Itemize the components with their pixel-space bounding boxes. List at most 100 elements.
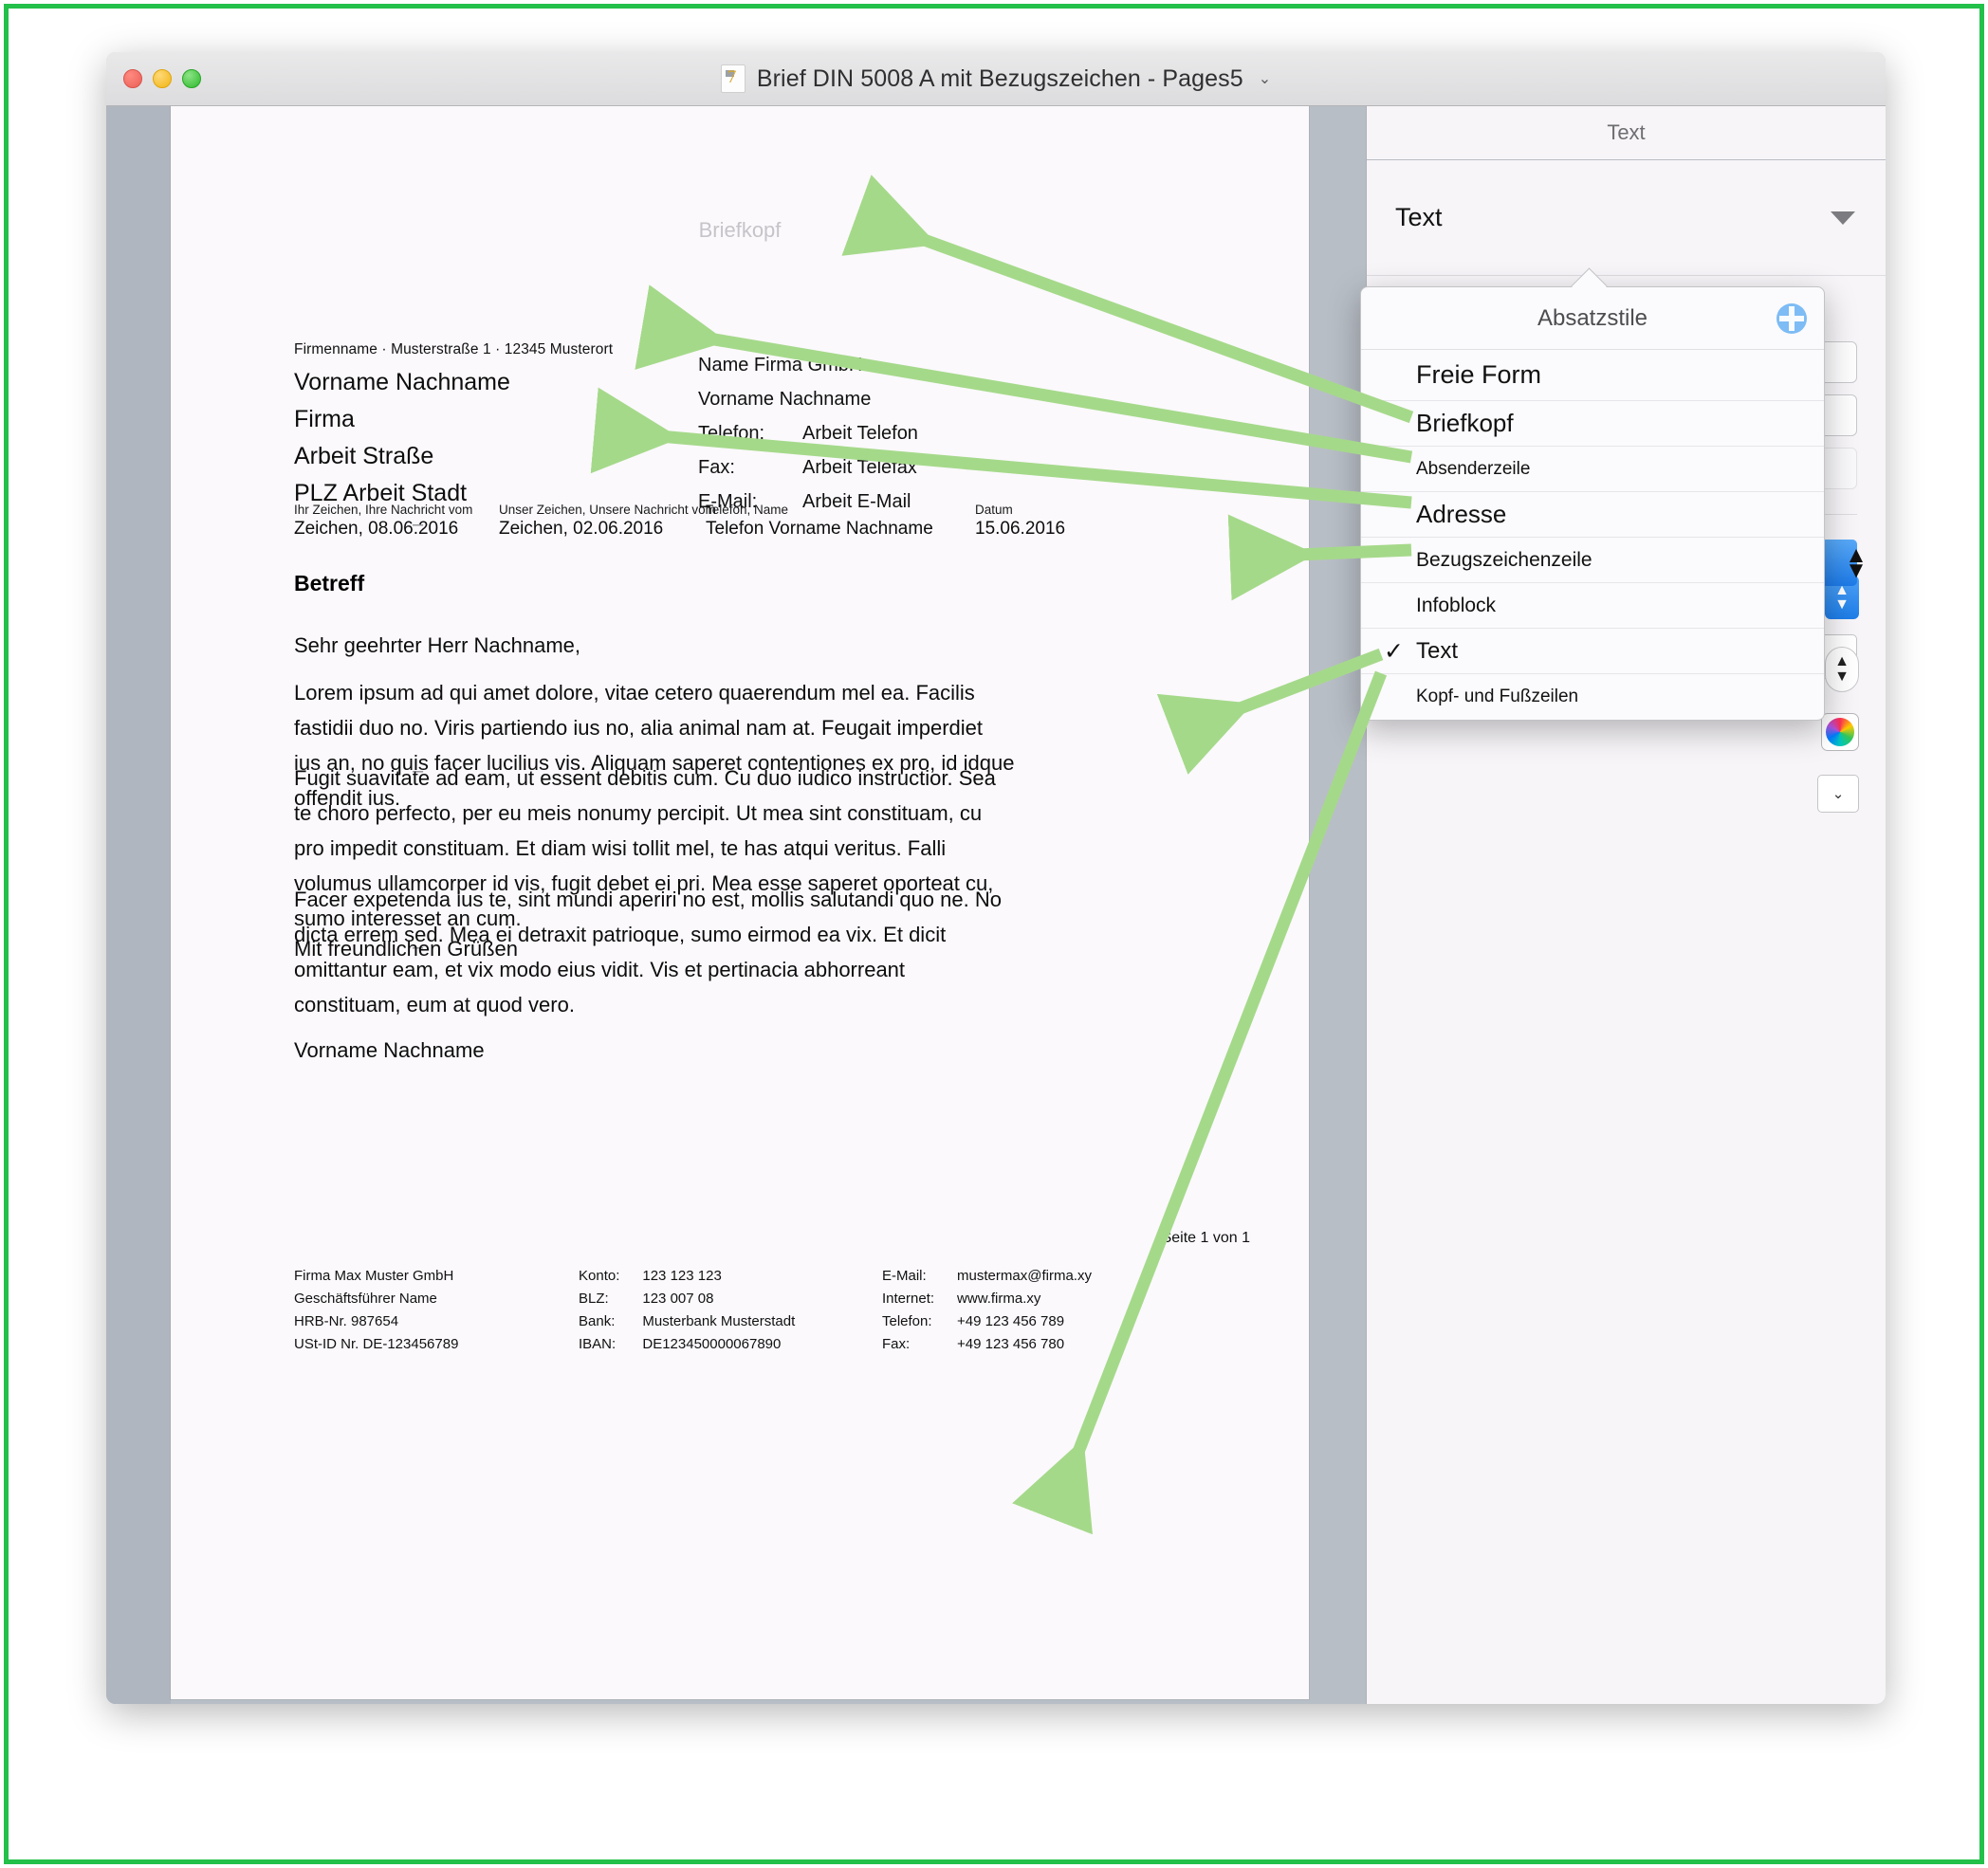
- bezug-column: Unser Zeichen, Unsere Nachricht vom Zeic…: [499, 503, 716, 540]
- menu-item-label: Text: [1416, 637, 1459, 664]
- pages-document-icon: [720, 64, 746, 93]
- bezug-value: Zeichen, 08.06.2016: [294, 519, 459, 539]
- paragraph-style-name: Text: [1395, 203, 1443, 231]
- zoom-button[interactable]: [182, 69, 201, 88]
- infoblock-value: Arbeit Telefax: [802, 457, 917, 478]
- infoblock-value: Arbeit Telefon: [802, 423, 918, 444]
- line-spacing-stepper[interactable]: ▲ ▼: [1821, 540, 1868, 586]
- footer-row: Internet: www.firma.xy: [882, 1288, 1092, 1310]
- menu-item-infoblock[interactable]: Infoblock: [1361, 583, 1824, 629]
- absenderzeile: Firmenname · Musterstraße 1 · 12345 Must…: [294, 341, 614, 357]
- footer-column-1: Firma Max Muster GmbH Geschäftsführer Na…: [294, 1265, 458, 1356]
- footer-row: IBAN: DE123450000067890: [579, 1333, 795, 1356]
- menu-item-bezugszeichenzeile[interactable]: Bezugszeichenzeile: [1361, 538, 1824, 583]
- character-spacing-stepper[interactable]: ▲ ▼: [1825, 647, 1859, 692]
- adresse-line: Arbeit Straße: [294, 443, 434, 469]
- footer-row: E-Mail: mustermax@firma.xy: [882, 1265, 1092, 1288]
- popup-pointer-arrow: [1573, 269, 1611, 288]
- infoblock-row: Fax: Arbeit Telefax: [698, 450, 918, 485]
- paragraph-style-popup-button[interactable]: Text: [1367, 160, 1886, 276]
- infoblock-line: Vorname Nachname: [698, 389, 872, 410]
- chevron-down-icon: ▼: [1845, 557, 1868, 583]
- bezug-label: Unser Zeichen, Unsere Nachricht vom: [499, 503, 716, 517]
- footer-column-3: E-Mail: mustermax@firma.xy Internet: www…: [882, 1265, 1092, 1356]
- color-wheel-icon: [1826, 718, 1854, 746]
- footer-line: HRB-Nr. 987654: [294, 1313, 399, 1329]
- chevron-down-icon[interactable]: ⌄: [1259, 69, 1271, 88]
- footer-key: Konto:: [579, 1268, 620, 1284]
- footer-key: Telefon:: [882, 1313, 932, 1329]
- chevron-down-icon: ⌄: [1832, 786, 1845, 802]
- footer-value: Musterbank Musterstadt: [642, 1313, 796, 1329]
- document-canvas[interactable]: Briefkopf – – – Firmenname · Musterstraß…: [106, 106, 1366, 1704]
- bezug-label: Telefon, Name: [706, 503, 789, 517]
- bezug-column: Datum 15.06.2016: [975, 503, 1065, 540]
- infoblock-key: Fax:: [698, 457, 735, 478]
- bezug-label: Datum: [975, 503, 1013, 517]
- footer-value: mustermax@firma.xy: [957, 1268, 1092, 1284]
- betreff: Betreff: [294, 571, 365, 595]
- menu-item-text[interactable]: ✓ Text: [1361, 629, 1824, 674]
- footer-row: Bank: Musterbank Musterstadt: [579, 1310, 795, 1333]
- footer-line: Geschäftsführer Name: [294, 1291, 437, 1307]
- checkmark-icon: ✓: [1384, 637, 1404, 665]
- absatzstile-popup[interactable]: Absatzstile Freie Form Briefkopf Absende…: [1360, 286, 1825, 721]
- window-title-group: Brief DIN 5008 A mit Bezugszeichen - Pag…: [720, 64, 1271, 93]
- footer-value: www.firma.xy: [957, 1291, 1041, 1307]
- window-title: Brief DIN 5008 A mit Bezugszeichen - Pag…: [756, 64, 1243, 92]
- adresse-block: Vorname Nachname Firma Arbeit Straße PLZ…: [294, 364, 510, 512]
- infoblock: Name Firma GmbH Vorname Nachname Telefon…: [698, 348, 918, 519]
- menu-item-label: Kopf- und Fußzeilen: [1416, 687, 1579, 706]
- close-button[interactable]: [123, 69, 142, 88]
- bezug-column: Ihr Zeichen, Ihre Nachricht vom Zeichen,…: [294, 503, 472, 540]
- menu-item-briefkopf[interactable]: Briefkopf: [1361, 401, 1824, 447]
- minimize-button[interactable]: [153, 69, 172, 88]
- menu-item-adresse[interactable]: Adresse: [1361, 492, 1824, 538]
- menu-item-label: Freie Form: [1416, 360, 1542, 389]
- footer-key: E-Mail:: [882, 1268, 927, 1284]
- footer-value: 123 007 08: [642, 1291, 714, 1307]
- menu-item-label: Bezugszeichenzeile: [1416, 548, 1592, 571]
- screenshot-root: Brief DIN 5008 A mit Bezugszeichen - Pag…: [0, 0, 1988, 1868]
- background-fill-select[interactable]: ⌄: [1817, 775, 1859, 813]
- window-titlebar: Brief DIN 5008 A mit Bezugszeichen - Pag…: [106, 52, 1886, 106]
- footer-line: USt-ID Nr. DE-123456789: [294, 1336, 459, 1352]
- bezug-value: 15.06.2016: [975, 519, 1066, 539]
- page-number: Seite 1 von 1: [1161, 1230, 1250, 1246]
- document-page[interactable]: Briefkopf – – – Firmenname · Musterstraß…: [171, 106, 1309, 1699]
- menu-item-kopf-und-fusszeilen[interactable]: Kopf- und Fußzeilen: [1361, 674, 1824, 720]
- footer-row: BLZ: 123 007 08: [579, 1288, 795, 1310]
- traffic-light-buttons: [123, 69, 201, 88]
- menu-item-freie-form[interactable]: Freie Form: [1361, 350, 1824, 401]
- text-color-well[interactable]: [1821, 713, 1859, 751]
- footer-row: Telefon: +49 123 456 789: [882, 1310, 1092, 1333]
- bezug-value: Zeichen, 02.06.2016: [499, 519, 664, 539]
- footer-value: +49 123 456 789: [957, 1313, 1065, 1329]
- footer-value: +49 123 456 780: [957, 1336, 1065, 1352]
- footer-key: BLZ:: [579, 1291, 609, 1307]
- menu-item-absenderzeile[interactable]: Absenderzeile: [1361, 447, 1824, 492]
- menu-item-label: Briefkopf: [1416, 409, 1514, 437]
- footer-column-2: Konto: 123 123 123 BLZ: 123 007 08 Bank:…: [579, 1265, 795, 1356]
- chevron-down-icon[interactable]: [1831, 211, 1855, 225]
- adresse-line: Firma: [294, 406, 355, 432]
- salutation: Sehr geehrter Herr Nachname,: [294, 633, 581, 657]
- add-style-button[interactable]: [1775, 302, 1809, 336]
- closing-greeting: Mit freundlichen Grüßen: [294, 937, 518, 961]
- footer-key: Internet:: [882, 1291, 935, 1307]
- popup-title: Absatzstile: [1537, 304, 1648, 331]
- footer-value: 123 123 123: [642, 1268, 722, 1284]
- bezug-column: Telefon, Name Telefon Vorname Nachname: [706, 503, 933, 540]
- footer-key: Bank:: [579, 1313, 616, 1329]
- footer-key: IBAN:: [579, 1336, 617, 1352]
- briefkopf-placeholder: Briefkopf: [698, 218, 782, 242]
- footer-line: Firma Max Muster GmbH: [294, 1268, 454, 1284]
- footer-row: Konto: 123 123 123: [579, 1265, 795, 1288]
- menu-item-label: Absenderzeile: [1416, 458, 1531, 479]
- bezug-value: Telefon Vorname Nachname: [706, 519, 933, 539]
- menu-item-label: Infoblock: [1416, 594, 1497, 616]
- footer-value: DE123450000067890: [642, 1336, 782, 1352]
- bezug-label: Ihr Zeichen, Ihre Nachricht vom: [294, 503, 473, 517]
- infoblock-row: Telefon: Arbeit Telefon: [698, 416, 918, 450]
- adresse-line: Vorname Nachname: [294, 369, 510, 395]
